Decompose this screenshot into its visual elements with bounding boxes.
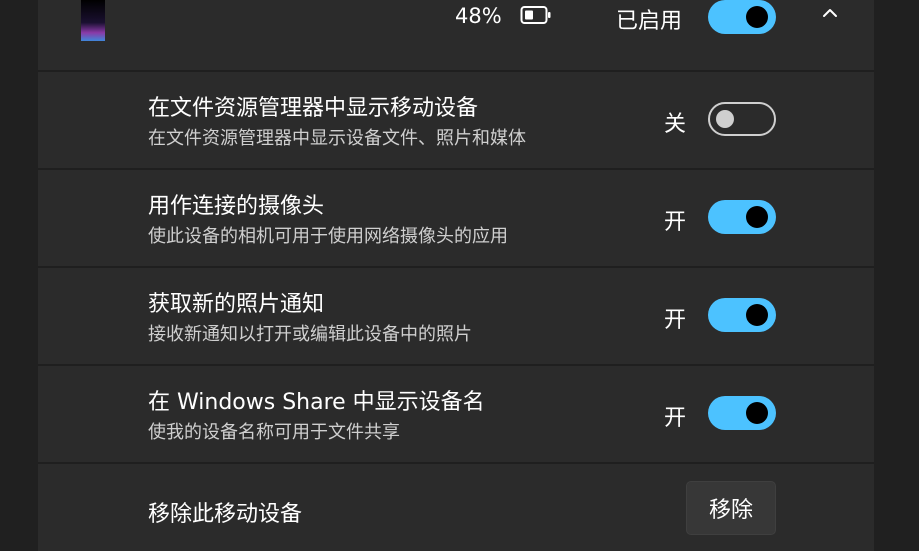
remove-device-title: 移除此移动设备: [148, 502, 303, 527]
setting-row-photo-notifications: 获取新的照片通知 接收新通知以打开或编辑此设备中的照片 开: [38, 268, 874, 366]
toggle-state-label: 开: [664, 406, 687, 431]
setting-title: 在 Windows Share 中显示设备名: [148, 390, 485, 415]
device-status-label: 已启用: [616, 9, 683, 34]
toggle-track[interactable]: [708, 396, 776, 430]
toggle-knob: [746, 206, 768, 228]
device-thumbnail: [81, 0, 105, 41]
toggle-state-label: 开: [664, 210, 687, 235]
windows-share-toggle[interactable]: [708, 396, 776, 430]
setting-description: 接收新通知以打开或编辑此设备中的照片: [148, 324, 472, 345]
remove-device-row: 移除此移动设备 移除: [38, 466, 874, 551]
show-in-explorer-toggle[interactable]: [708, 102, 776, 136]
device-header[interactable]: 48% 已启用: [38, 0, 874, 72]
connected-camera-toggle[interactable]: [708, 200, 776, 234]
remove-button[interactable]: 移除: [686, 481, 776, 535]
toggle-state-label: 关: [664, 112, 687, 137]
toggle-state-label: 开: [664, 308, 687, 333]
toggle-knob: [746, 6, 768, 28]
setting-row-connected-camera: 用作连接的摄像头 使此设备的相机可用于使用网络摄像头的应用 开: [38, 170, 874, 268]
photo-notifications-toggle[interactable]: [708, 298, 776, 332]
setting-title: 在文件资源管理器中显示移动设备: [148, 96, 479, 121]
setting-description: 使我的设备名称可用于文件共享: [148, 422, 400, 443]
setting-title: 获取新的照片通知: [148, 292, 325, 317]
device-settings-panel: 48% 已启用 在文件资源管理器中显示移动设备 在文件资源管理器中显示设备文件、…: [38, 0, 874, 551]
setting-row-windows-share: 在 Windows Share 中显示设备名 使我的设备名称可用于文件共享 开: [38, 366, 874, 464]
toggle-knob: [746, 304, 768, 326]
battery-icon: [520, 6, 551, 24]
chevron-up-icon[interactable]: [820, 6, 840, 20]
device-enabled-toggle[interactable]: [708, 0, 776, 34]
battery-level: 48%: [455, 4, 502, 28]
setting-row-show-in-explorer: 在文件资源管理器中显示移动设备 在文件资源管理器中显示设备文件、照片和媒体 关: [38, 72, 874, 170]
setting-title: 用作连接的摄像头: [148, 194, 325, 219]
toggle-track[interactable]: [708, 200, 776, 234]
toggle-track[interactable]: [708, 298, 776, 332]
setting-description: 使此设备的相机可用于使用网络摄像头的应用: [148, 226, 508, 247]
toggle-knob: [746, 402, 768, 424]
toggle-track[interactable]: [708, 0, 776, 34]
setting-description: 在文件资源管理器中显示设备文件、照片和媒体: [148, 128, 526, 149]
toggle-knob: [716, 110, 734, 128]
toggle-track[interactable]: [708, 102, 776, 136]
